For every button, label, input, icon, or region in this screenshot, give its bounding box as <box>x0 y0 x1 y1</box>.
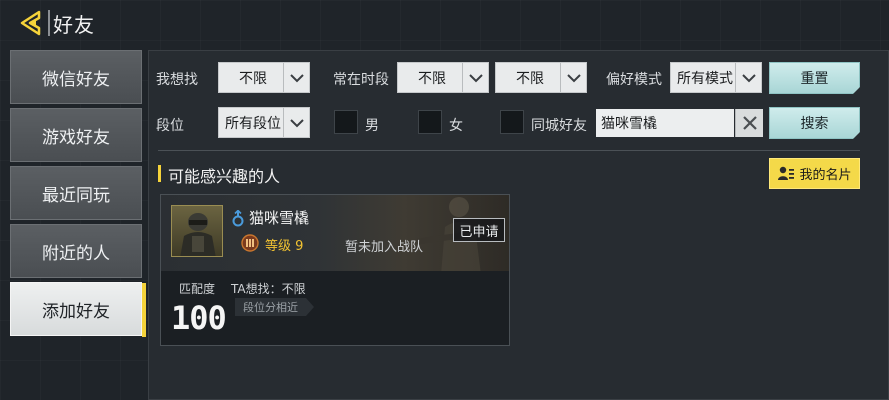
applied-badge: 已申请 <box>453 218 505 242</box>
sidebar-item-label: 最近同玩 <box>42 185 110 206</box>
soldier-avatar-icon <box>180 213 216 256</box>
player-card-header: 猫咪雪橇 等级 9 暂未加入战队 已申请 <box>161 195 509 271</box>
search-input[interactable] <box>596 109 734 137</box>
chevron-down-icon <box>283 63 309 92</box>
same-city-label: 同城好友 <box>531 118 587 134</box>
match-value: 100 <box>171 299 227 337</box>
close-icon <box>742 116 757 130</box>
rank-similarity-tag: 段位分相近 <box>235 298 314 316</box>
clear-search-button[interactable] <box>735 109 763 137</box>
person-card-icon <box>778 166 795 180</box>
sidebar-item-wechat-friends[interactable]: 微信好友 <box>10 50 142 104</box>
rank-label: 段位 <box>156 118 184 134</box>
section-title: 可能感兴趣的人 <box>168 167 281 186</box>
female-checkbox[interactable] <box>418 110 442 134</box>
divider <box>158 150 860 151</box>
sidebar-item-label: 微信好友 <box>42 69 110 90</box>
seek-dropdown[interactable]: 不限 <box>218 62 310 93</box>
dropdown-value: 所有模式 <box>677 70 733 87</box>
active-indicator <box>142 283 146 337</box>
chevron-down-icon <box>735 63 761 92</box>
dropdown-value: 不限 <box>516 70 544 87</box>
female-label: 女 <box>449 118 463 134</box>
page-title: 好友 <box>53 13 95 37</box>
my-card-button[interactable]: 我的名片 <box>769 158 860 189</box>
player-card[interactable]: 猫咪雪橇 等级 9 暂未加入战队 已申请 匹配度 100 TA想找：不限 段位分… <box>160 194 510 346</box>
sidebar-item-add-friend[interactable]: 添加好友 <box>10 282 146 337</box>
match-label: 匹配度 <box>179 282 216 296</box>
reset-label: 重置 <box>800 71 829 87</box>
active-time-label: 常在时段 <box>333 72 389 88</box>
player-name: 猫咪雪橇 <box>249 209 310 227</box>
male-label: 男 <box>365 118 379 134</box>
rank-badge-icon <box>241 234 259 252</box>
dropdown-value: 不限 <box>418 70 446 87</box>
same-city-checkbox[interactable] <box>500 110 524 134</box>
back-arrow-icon <box>20 10 41 36</box>
back-button[interactable] <box>18 8 48 38</box>
player-avatar[interactable] <box>171 205 223 257</box>
chevron-down-icon <box>462 63 488 92</box>
seek-label: 我想找 <box>156 72 198 88</box>
rank-dropdown[interactable]: 所有段位 <box>218 107 310 138</box>
active-time-end-dropdown[interactable]: 不限 <box>495 62 587 93</box>
dropdown-value: 所有段位 <box>225 115 281 132</box>
my-card-label: 我的名片 <box>799 168 852 183</box>
section-accent <box>158 165 161 182</box>
preferred-mode-dropdown[interactable]: 所有模式 <box>670 62 762 93</box>
search-label: 搜索 <box>800 116 829 132</box>
sidebar-item-game-friends[interactable]: 游戏好友 <box>10 108 142 162</box>
gender-icon <box>232 210 244 227</box>
chevron-down-icon <box>560 63 586 92</box>
player-level: 等级 9 <box>265 239 304 254</box>
sidebar-item-nearby-people[interactable]: 附近的人 <box>10 224 142 278</box>
dropdown-value: 不限 <box>239 70 267 87</box>
sidebar-item-label: 附近的人 <box>42 243 110 264</box>
clan-status: 暂未加入战队 <box>345 240 424 255</box>
preferred-mode-label: 偏好模式 <box>606 72 662 88</box>
seek-text: TA想找：不限 <box>231 282 306 296</box>
search-button[interactable]: 搜索 <box>769 107 860 139</box>
chevron-down-icon <box>283 108 309 137</box>
header-divider <box>48 10 50 36</box>
reset-button[interactable]: 重置 <box>769 62 860 94</box>
sidebar-item-label: 添加好友 <box>42 301 110 322</box>
male-checkbox[interactable] <box>334 110 358 134</box>
sidebar-item-label: 游戏好友 <box>42 127 110 148</box>
active-time-start-dropdown[interactable]: 不限 <box>397 62 489 93</box>
sidebar-item-recent-players[interactable]: 最近同玩 <box>10 166 142 220</box>
